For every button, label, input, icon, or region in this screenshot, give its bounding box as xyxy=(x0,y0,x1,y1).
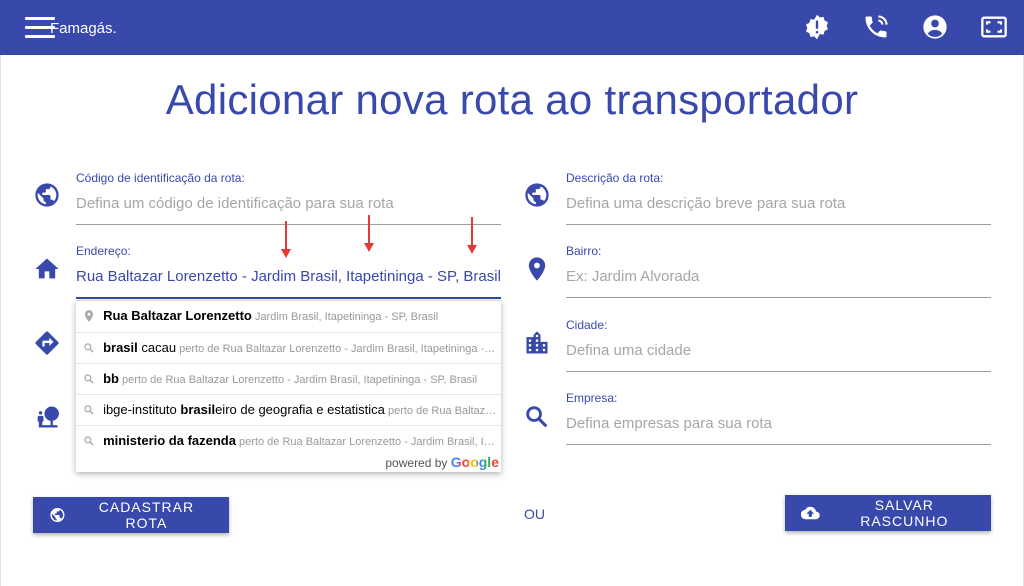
save-draft-button[interactable]: SALVAR RASCUNHO xyxy=(785,495,991,531)
autocomplete-item[interactable]: ibge-instituto brasileiro de geografia e… xyxy=(76,394,501,425)
autocomplete-dropdown: Rua Baltazar Lorenzetto Jardim Brasil, I… xyxy=(76,300,501,472)
public-icon xyxy=(50,507,65,523)
nature-people-icon xyxy=(37,406,59,428)
neighborhood-input[interactable] xyxy=(566,260,991,298)
register-route-label: CADASTRAR ROTA xyxy=(98,499,195,531)
public-icon xyxy=(525,183,549,207)
description-label: Descrição da rota: xyxy=(566,171,664,185)
autocomplete-context: Rua Baltazar Lorenzetto - Jardim Brasil,… xyxy=(431,405,501,417)
page-title: Adicionar nova rota ao transportador xyxy=(165,76,859,123)
powered-by-label: powered by xyxy=(385,456,448,470)
autocomplete-context: Rua Baltazar Lorenzetto - Jardim Brasil,… xyxy=(282,436,501,448)
neighborhood-label: Bairro: xyxy=(566,244,602,258)
search-icon xyxy=(84,343,94,353)
public-icon xyxy=(35,183,59,207)
autocomplete-match: brasil xyxy=(180,402,216,417)
autocomplete-match: bb xyxy=(103,371,119,386)
neighborhood-field: Bairro: xyxy=(566,244,991,298)
autocomplete-context: Rua Baltazar Lorenzetto - Jardim Brasil,… xyxy=(222,343,501,355)
autocomplete-match: brasil xyxy=(103,340,138,355)
autocomplete-item[interactable]: ministerio da fazenda perto de Rua Balta… xyxy=(76,425,501,456)
autocomplete-context: Rua Baltazar Lorenzetto - Jardim Brasil,… xyxy=(165,374,478,386)
search-icon xyxy=(84,436,94,446)
powered-by-google: powered by Google xyxy=(385,454,499,470)
route-code-label: Código de identificação da rota: xyxy=(76,171,245,185)
autocomplete-item[interactable]: bb perto de Rua Baltazar Lorenzetto - Ja… xyxy=(76,363,501,394)
cloud-upload-icon xyxy=(801,506,820,520)
report-icon[interactable] xyxy=(803,13,831,41)
directions-icon xyxy=(35,331,59,355)
register-route-button[interactable]: CADASTRAR ROTA xyxy=(33,497,229,533)
company-field: Empresa: xyxy=(566,391,991,445)
arrow-down-icon xyxy=(467,217,477,254)
fullscreen-icon[interactable] xyxy=(980,13,1008,41)
company-input[interactable] xyxy=(566,407,991,445)
autocomplete-match: ministerio da fazenda xyxy=(103,433,236,448)
account-circle-icon[interactable] xyxy=(921,13,949,41)
google-logo: Google xyxy=(450,454,499,470)
route-code-field: Código de identificação da rota: xyxy=(76,171,501,225)
search-icon xyxy=(84,405,94,415)
save-draft-label: SALVAR RASCUNHO xyxy=(860,497,949,529)
city-input[interactable] xyxy=(566,334,991,372)
autocomplete-context: Jardim Brasil, Itapetininga - SP, Brasil xyxy=(254,311,439,323)
arrow-down-icon xyxy=(364,215,374,252)
phone-in-talk-icon[interactable] xyxy=(862,13,890,41)
autocomplete-item[interactable]: brasil cacau perto de Rua Baltazar Loren… xyxy=(76,332,501,363)
company-label: Empresa: xyxy=(566,391,618,405)
route-code-input[interactable] xyxy=(76,187,501,225)
app-bar: Famagás. xyxy=(0,0,1024,55)
autocomplete-main: eiro de geografia e estatistica xyxy=(215,402,385,417)
place-marker-icon xyxy=(84,310,94,322)
description-field: Descrição da rota: xyxy=(566,171,991,225)
autocomplete-near: perto de xyxy=(122,374,163,386)
autocomplete-main: Rua Baltazar Lorenzetto xyxy=(103,308,252,323)
autocomplete-near: perto de xyxy=(179,343,220,355)
arrow-down-icon xyxy=(281,221,291,258)
autocomplete-item[interactable]: Rua Baltazar Lorenzetto Jardim Brasil, I… xyxy=(76,301,501,332)
autocomplete-near: perto de xyxy=(387,405,429,417)
autocomplete-near: perto de xyxy=(239,436,280,448)
location-city-icon xyxy=(526,331,548,354)
search-icon xyxy=(84,374,94,384)
search-icon xyxy=(526,406,548,428)
autocomplete-main: ibge-instituto xyxy=(103,402,181,417)
autocomplete-main: cacau xyxy=(137,340,177,355)
app-brand: Famagás. xyxy=(50,20,117,37)
description-input[interactable] xyxy=(566,187,991,225)
city-label: Cidade: xyxy=(566,318,608,332)
location-pin-icon xyxy=(528,257,546,281)
home-icon xyxy=(35,258,59,279)
or-separator: OU xyxy=(524,506,545,522)
city-field: Cidade: xyxy=(566,318,991,372)
address-input[interactable] xyxy=(76,260,501,299)
